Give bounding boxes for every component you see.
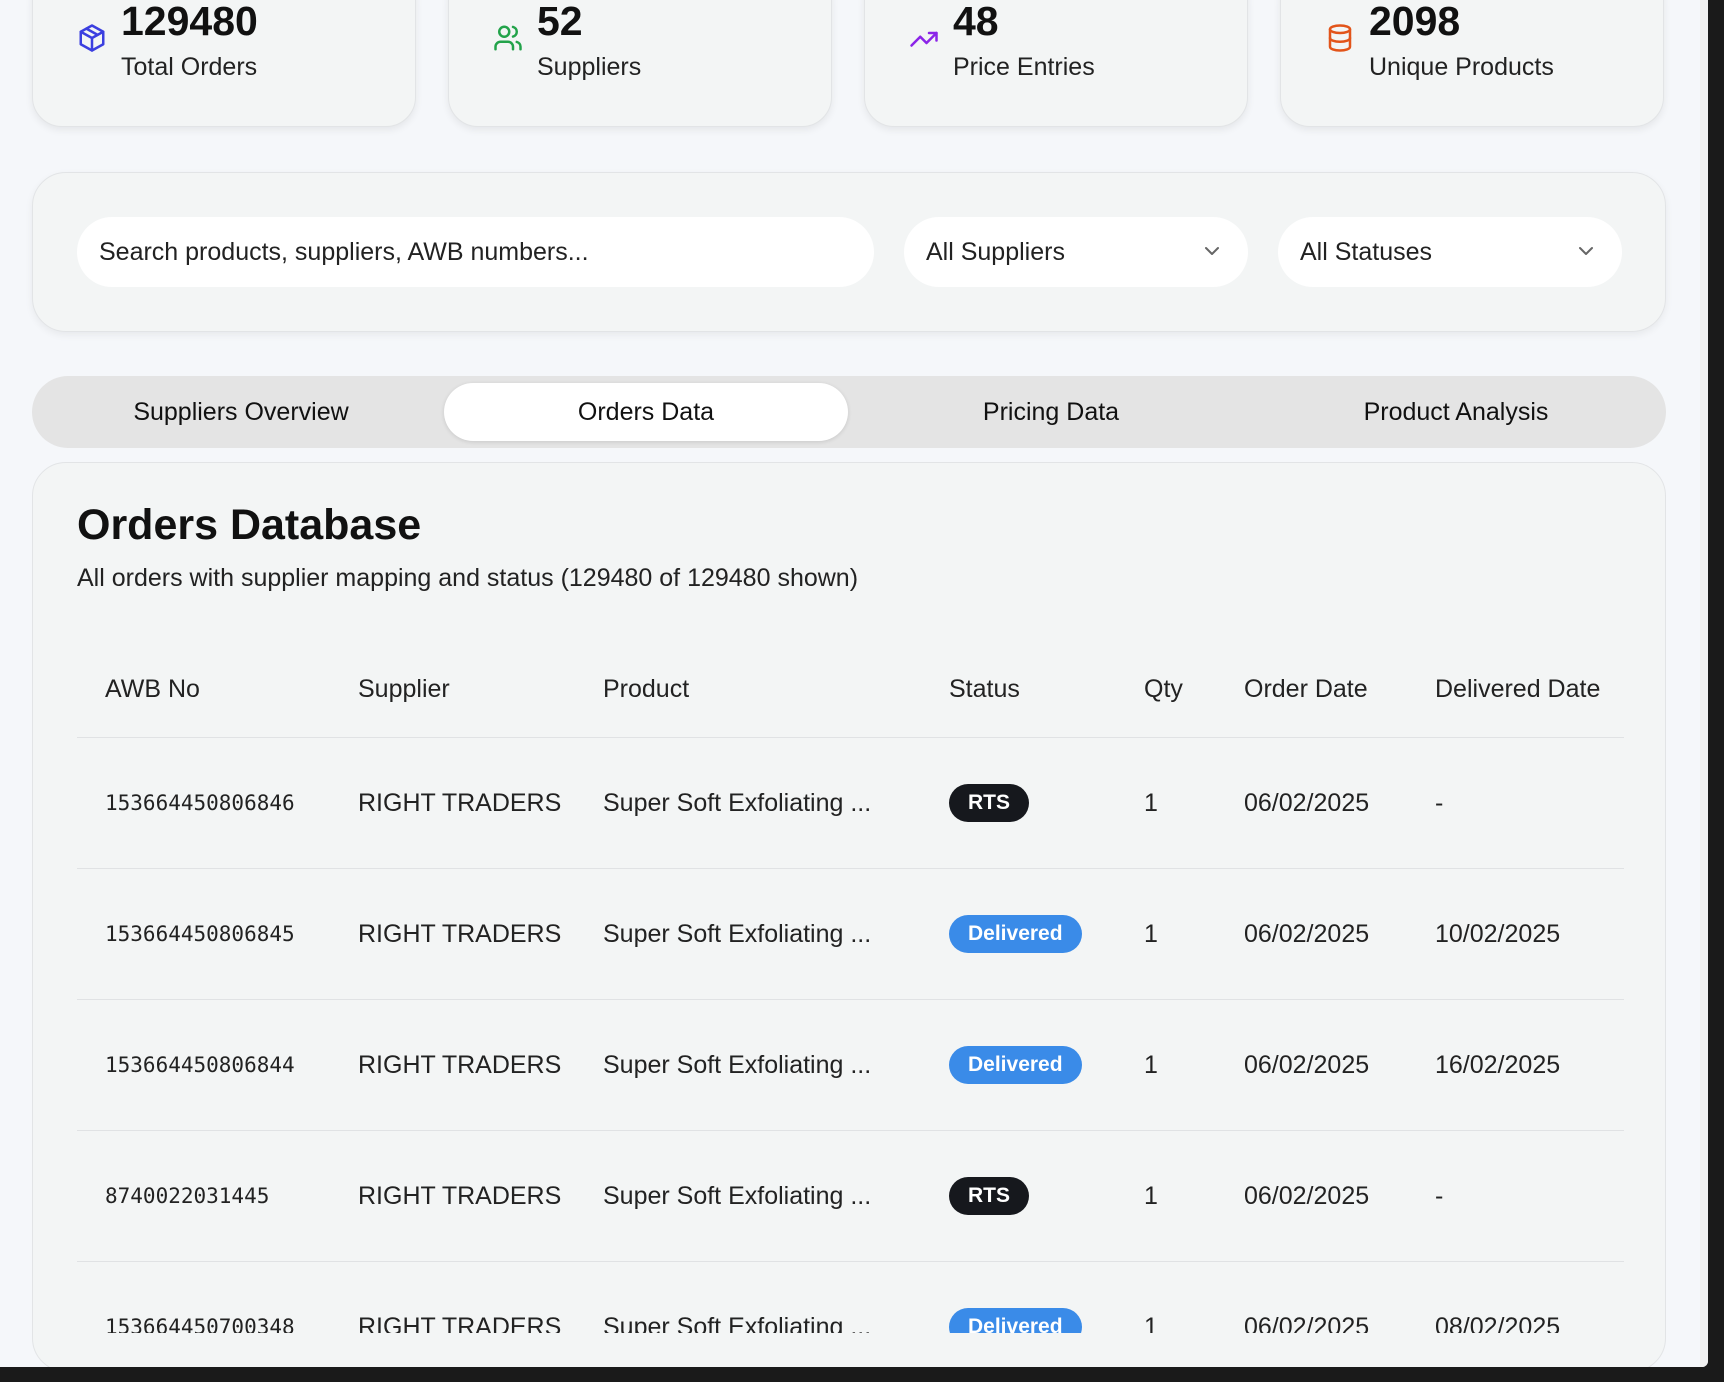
database-icon (1328, 24, 1352, 52)
product-cell: Super Soft Exfoliating ... (575, 1130, 921, 1262)
orders-table: AWB No Supplier Product Status Qty Order… (77, 641, 1624, 1333)
status-badge: RTS (949, 1177, 1029, 1215)
stat-card-unique-products: 2098 Unique Products (1280, 0, 1664, 127)
stat-label: Total Orders (121, 53, 258, 81)
status-badge: Delivered (949, 1308, 1082, 1333)
delivered-date-cell: 10/02/2025 (1407, 868, 1624, 1000)
product-cell: Super Soft Exfoliating ... (575, 737, 921, 869)
qty-cell: 1 (1116, 1261, 1216, 1333)
order-date-cell: 06/02/2025 (1216, 999, 1407, 1131)
order-date-cell: 06/02/2025 (1216, 1261, 1407, 1333)
stat-value: 48 (953, 0, 999, 44)
column-header-order-date: Order Date (1216, 641, 1407, 738)
stat-label: Price Entries (953, 53, 1095, 81)
table-row[interactable]: 8740022031445 RIGHT TRADERS Super Soft Exf… (77, 1130, 1624, 1262)
supplier-cell: RIGHT TRADERS (330, 1130, 575, 1262)
order-date-cell: 06/02/2025 (1216, 737, 1407, 869)
status-select[interactable]: All Statuses (1278, 217, 1622, 287)
tab-suppliers-overview[interactable]: Suppliers Overview (39, 383, 443, 441)
delivered-date-cell: 08/02/2025 (1407, 1261, 1624, 1333)
users-icon (494, 25, 522, 51)
qty-cell: 1 (1116, 1130, 1216, 1262)
stat-label: Suppliers (537, 53, 642, 81)
filter-panel: All Suppliers All Statuses (32, 172, 1666, 332)
orders-subtitle: All orders with supplier mapping and sta… (77, 564, 859, 592)
tab-bar: Suppliers Overview Orders Data Pricing D… (32, 376, 1666, 448)
delivered-date-cell: - (1407, 737, 1624, 869)
delivered-date-cell: 16/02/2025 (1407, 999, 1624, 1131)
stat-card-suppliers: 52 Suppliers (448, 0, 832, 127)
column-header-awb-no: AWB No (77, 641, 330, 738)
status-cell: Delivered (921, 999, 1116, 1131)
table-row[interactable]: 153664450806844 RIGHT TRADERS Super Soft E… (77, 999, 1624, 1131)
supplier-cell: RIGHT TRADERS (330, 1261, 575, 1333)
qty-cell: 1 (1116, 737, 1216, 869)
supplier-select-value: All Suppliers (926, 238, 1065, 266)
status-cell: Delivered (921, 1261, 1116, 1333)
status-select-value: All Statuses (1300, 238, 1433, 266)
stat-card-total-orders: 129480 Total Orders (32, 0, 416, 127)
awb-cell: 153664450806846 (77, 737, 330, 869)
column-header-qty: Qty (1116, 641, 1216, 738)
supplier-cell: RIGHT TRADERS (330, 737, 575, 869)
stat-label: Unique Products (1369, 53, 1554, 81)
trending-up-icon (910, 31, 938, 47)
status-cell: RTS (921, 737, 1116, 869)
table-row[interactable]: 153664450806846 RIGHT TRADERS Super Soft E… (77, 737, 1624, 869)
stat-value: 2098 (1369, 0, 1461, 44)
search-input[interactable] (77, 217, 874, 287)
stat-value: 52 (537, 0, 583, 44)
supplier-cell: RIGHT TRADERS (330, 999, 575, 1131)
qty-cell: 1 (1116, 868, 1216, 1000)
scrollbar[interactable] (1700, 0, 1708, 1367)
package-icon (79, 24, 105, 52)
table-row[interactable]: 153664450700348 RIGHT TRADERS Super Soft E… (77, 1261, 1624, 1333)
product-cell: Super Soft Exfoliating ... (575, 868, 921, 1000)
stat-card-price-entries: 48 Price Entries (864, 0, 1248, 127)
product-cell: Super Soft Exfoliating ... (575, 1261, 921, 1333)
orders-table-container: AWB No Supplier Product Status Qty Order… (77, 641, 1624, 1333)
stat-value: 129480 (121, 0, 258, 44)
supplier-select[interactable]: All Suppliers (904, 217, 1248, 287)
column-header-status: Status (921, 641, 1116, 738)
qty-cell: 1 (1116, 999, 1216, 1131)
orders-title: Orders Database (77, 501, 422, 549)
product-cell: Super Soft Exfoliating ... (575, 999, 921, 1131)
status-cell: Delivered (921, 868, 1116, 1000)
tab-product-analysis[interactable]: Product Analysis (1254, 383, 1658, 441)
status-badge: Delivered (949, 1046, 1082, 1084)
order-date-cell: 06/02/2025 (1216, 868, 1407, 1000)
column-header-delivered-date: Delivered Date (1407, 641, 1624, 738)
table-header-row: AWB No Supplier Product Status Qty Order… (77, 641, 1624, 738)
column-header-product: Product (575, 641, 921, 738)
delivered-date-cell: - (1407, 1130, 1624, 1262)
column-header-supplier: Supplier (330, 641, 575, 738)
status-cell: RTS (921, 1130, 1116, 1262)
awb-cell: 153664450806844 (77, 999, 330, 1131)
status-badge: RTS (949, 784, 1029, 822)
chevron-down-icon (1579, 247, 1593, 255)
orders-card: Orders Database All orders with supplier… (32, 462, 1666, 1367)
awb-cell: 8740022031445 (77, 1130, 330, 1262)
chevron-down-icon (1205, 247, 1219, 255)
tab-orders-data[interactable]: Orders Data (444, 383, 848, 441)
tab-pricing-data[interactable]: Pricing Data (849, 383, 1253, 441)
awb-cell: 153664450806845 (77, 868, 330, 1000)
awb-cell: 153664450700348 (77, 1261, 330, 1333)
order-date-cell: 06/02/2025 (1216, 1130, 1407, 1262)
status-badge: Delivered (949, 915, 1082, 953)
app-window: 129480 Total Orders 52 Suppliers 48 Pric… (0, 0, 1708, 1367)
supplier-cell: RIGHT TRADERS (330, 868, 575, 1000)
table-row[interactable]: 153664450806845 RIGHT TRADERS Super Soft E… (77, 868, 1624, 1000)
